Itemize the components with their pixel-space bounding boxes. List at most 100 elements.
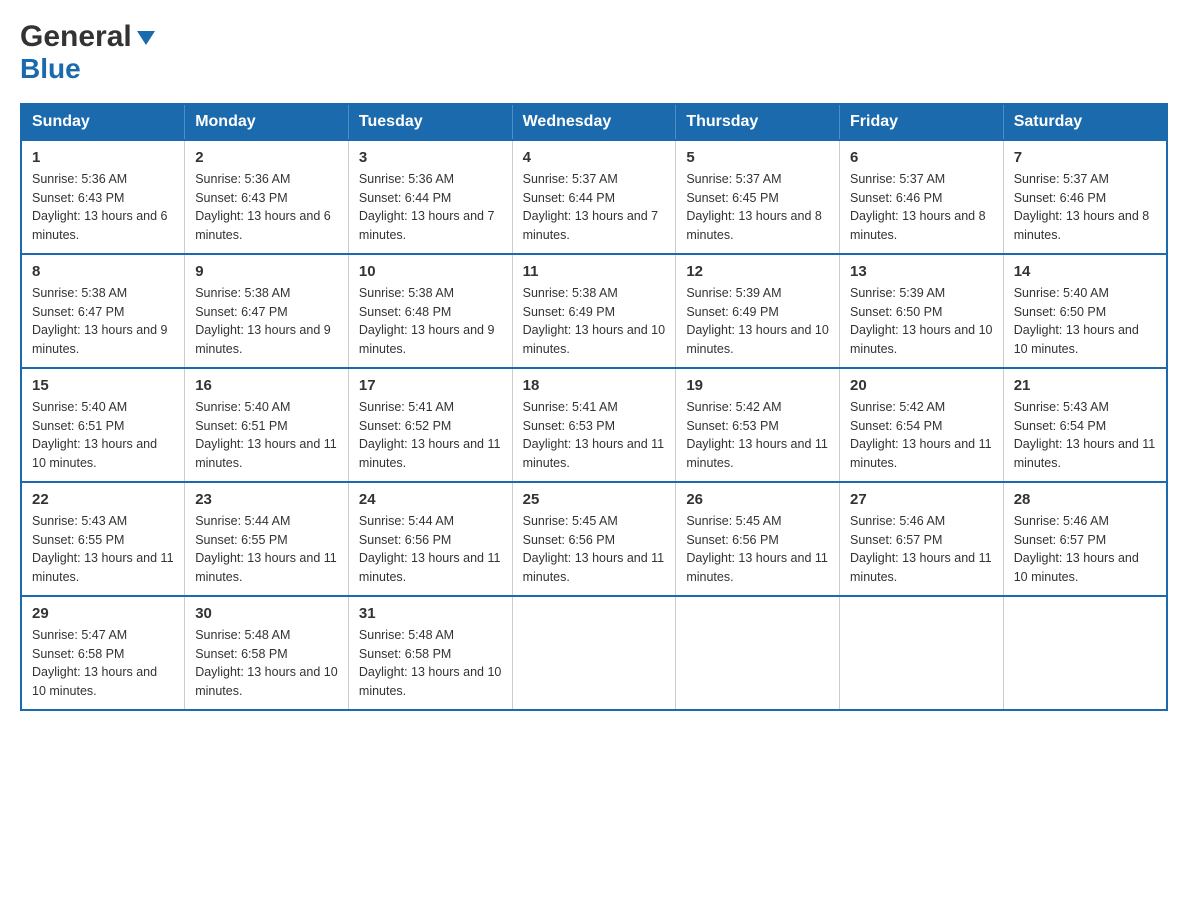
day-number: 13 [850,263,993,280]
calendar-cell: 24 Sunrise: 5:44 AMSunset: 6:56 PMDayligh… [348,482,512,596]
calendar-week-2: 8 Sunrise: 5:38 AMSunset: 6:47 PMDaylight… [21,254,1167,368]
day-info: Sunrise: 5:46 AMSunset: 6:57 PMDaylight:… [1014,512,1156,587]
day-info: Sunrise: 5:44 AMSunset: 6:56 PMDaylight:… [359,512,502,587]
day-number: 29 [32,605,174,622]
calendar-cell: 9 Sunrise: 5:38 AMSunset: 6:47 PMDaylight… [185,254,349,368]
calendar-cell: 18Sunrise: 5:41 AMSunset: 6:53 PMDayligh… [512,368,676,482]
day-info: Sunrise: 5:42 AMSunset: 6:53 PMDaylight:… [686,398,829,473]
day-number: 15 [32,377,174,394]
day-number: 9 [195,263,338,280]
day-info: Sunrise: 5:44 AMSunset: 6:55 PMDaylight:… [195,512,338,587]
day-info: Sunrise: 5:38 AMSunset: 6:47 PMDaylight:… [32,284,174,359]
calendar-cell: 26 Sunrise: 5:45 AMSunset: 6:56 PMDayligh… [676,482,840,596]
calendar-cell: 15 Sunrise: 5:40 AMSunset: 6:51 PMDayligh… [21,368,185,482]
calendar-header-row: SundayMondayTuesdayWednesdayThursdayFrid… [21,104,1167,140]
day-number: 10 [359,263,502,280]
day-info: Sunrise: 5:45 AMSunset: 6:56 PMDaylight:… [686,512,829,587]
day-number: 21 [1014,377,1156,394]
day-number: 20 [850,377,993,394]
day-number: 26 [686,491,829,508]
calendar-week-5: 29 Sunrise: 5:47 AMSunset: 6:58 PMDayligh… [21,596,1167,710]
day-info: Sunrise: 5:43 AMSunset: 6:55 PMDaylight:… [32,512,174,587]
day-info: Sunrise: 5:37 AMSunset: 6:46 PMDaylight:… [1014,170,1156,245]
day-number: 22 [32,491,174,508]
calendar-week-4: 22 Sunrise: 5:43 AMSunset: 6:55 PMDayligh… [21,482,1167,596]
day-info: Sunrise: 5:36 AMSunset: 6:43 PMDaylight:… [32,170,174,245]
calendar-cell: 12 Sunrise: 5:39 AMSunset: 6:49 PMDayligh… [676,254,840,368]
calendar-cell: 27 Sunrise: 5:46 AMSunset: 6:57 PMDayligh… [840,482,1004,596]
day-info: Sunrise: 5:42 AMSunset: 6:54 PMDaylight:… [850,398,993,473]
calendar-cell: 10 Sunrise: 5:38 AMSunset: 6:48 PMDayligh… [348,254,512,368]
day-number: 16 [195,377,338,394]
calendar-week-3: 15 Sunrise: 5:40 AMSunset: 6:51 PMDayligh… [21,368,1167,482]
calendar-header-wednesday: Wednesday [512,104,676,140]
calendar-cell: 28 Sunrise: 5:46 AMSunset: 6:57 PMDayligh… [1003,482,1167,596]
day-number: 5 [686,149,829,166]
calendar-cell: 25Sunrise: 5:45 AMSunset: 6:56 PMDayligh… [512,482,676,596]
calendar-week-1: 1 Sunrise: 5:36 AMSunset: 6:43 PMDaylight… [21,140,1167,254]
calendar-cell: 4 Sunrise: 5:37 AMSunset: 6:44 PMDaylight… [512,140,676,254]
day-info: Sunrise: 5:39 AMSunset: 6:49 PMDaylight:… [686,284,829,359]
day-info: Sunrise: 5:47 AMSunset: 6:58 PMDaylight:… [32,626,174,701]
calendar-cell: 7 Sunrise: 5:37 AMSunset: 6:46 PMDaylight… [1003,140,1167,254]
day-info: Sunrise: 5:43 AMSunset: 6:54 PMDaylight:… [1014,398,1156,473]
calendar-cell: 6 Sunrise: 5:37 AMSunset: 6:46 PMDaylight… [840,140,1004,254]
day-number: 24 [359,491,502,508]
calendar-cell: 2Sunrise: 5:36 AMSunset: 6:43 PMDaylight… [185,140,349,254]
day-info: Sunrise: 5:41 AMSunset: 6:52 PMDaylight:… [359,398,502,473]
calendar-cell: 1 Sunrise: 5:36 AMSunset: 6:43 PMDaylight… [21,140,185,254]
day-info: Sunrise: 5:37 AMSunset: 6:46 PMDaylight:… [850,170,993,245]
day-number: 14 [1014,263,1156,280]
day-number: 1 [32,149,174,166]
calendar-header-tuesday: Tuesday [348,104,512,140]
day-number: 19 [686,377,829,394]
day-number: 8 [32,263,174,280]
calendar-cell: 21 Sunrise: 5:43 AMSunset: 6:54 PMDayligh… [1003,368,1167,482]
calendar-header-thursday: Thursday [676,104,840,140]
calendar-cell: 23 Sunrise: 5:44 AMSunset: 6:55 PMDayligh… [185,482,349,596]
logo-triangle-icon [135,27,157,49]
day-info: Sunrise: 5:37 AMSunset: 6:44 PMDaylight:… [523,170,666,245]
calendar-cell: 11 Sunrise: 5:38 AMSunset: 6:49 PMDayligh… [512,254,676,368]
day-number: 18 [523,377,666,394]
calendar-header-monday: Monday [185,104,349,140]
calendar-cell: 20 Sunrise: 5:42 AMSunset: 6:54 PMDayligh… [840,368,1004,482]
day-number: 27 [850,491,993,508]
day-number: 31 [359,605,502,622]
logo: General Blue [20,20,157,85]
day-info: Sunrise: 5:40 AMSunset: 6:51 PMDaylight:… [32,398,174,473]
calendar-table: SundayMondayTuesdayWednesdayThursdayFrid… [20,103,1168,711]
calendar-cell: 5Sunrise: 5:37 AMSunset: 6:45 PMDaylight… [676,140,840,254]
calendar-cell [512,596,676,710]
day-info: Sunrise: 5:40 AMSunset: 6:51 PMDaylight:… [195,398,338,473]
day-info: Sunrise: 5:39 AMSunset: 6:50 PMDaylight:… [850,284,993,359]
day-number: 12 [686,263,829,280]
day-number: 7 [1014,149,1156,166]
day-number: 4 [523,149,666,166]
calendar-cell: 29 Sunrise: 5:47 AMSunset: 6:58 PMDayligh… [21,596,185,710]
calendar-cell: 30Sunrise: 5:48 AMSunset: 6:58 PMDayligh… [185,596,349,710]
calendar-cell: 14Sunrise: 5:40 AMSunset: 6:50 PMDayligh… [1003,254,1167,368]
day-info: Sunrise: 5:45 AMSunset: 6:56 PMDaylight:… [523,512,666,587]
day-info: Sunrise: 5:48 AMSunset: 6:58 PMDaylight:… [359,626,502,701]
day-info: Sunrise: 5:36 AMSunset: 6:43 PMDaylight:… [195,170,338,245]
day-number: 11 [523,263,666,280]
calendar-cell: 8 Sunrise: 5:38 AMSunset: 6:47 PMDaylight… [21,254,185,368]
day-number: 6 [850,149,993,166]
calendar-cell: 22 Sunrise: 5:43 AMSunset: 6:55 PMDayligh… [21,482,185,596]
calendar-cell: 17Sunrise: 5:41 AMSunset: 6:52 PMDayligh… [348,368,512,482]
calendar-cell: 13 Sunrise: 5:39 AMSunset: 6:50 PMDayligh… [840,254,1004,368]
calendar-cell: 31 Sunrise: 5:48 AMSunset: 6:58 PMDayligh… [348,596,512,710]
day-info: Sunrise: 5:48 AMSunset: 6:58 PMDaylight:… [195,626,338,701]
day-number: 23 [195,491,338,508]
calendar-header-friday: Friday [840,104,1004,140]
logo-general: General [20,20,132,54]
day-info: Sunrise: 5:36 AMSunset: 6:44 PMDaylight:… [359,170,502,245]
day-info: Sunrise: 5:38 AMSunset: 6:47 PMDaylight:… [195,284,338,359]
calendar-cell [676,596,840,710]
day-info: Sunrise: 5:38 AMSunset: 6:48 PMDaylight:… [359,284,502,359]
calendar-cell [1003,596,1167,710]
day-number: 28 [1014,491,1156,508]
day-info: Sunrise: 5:46 AMSunset: 6:57 PMDaylight:… [850,512,993,587]
day-info: Sunrise: 5:38 AMSunset: 6:49 PMDaylight:… [523,284,666,359]
